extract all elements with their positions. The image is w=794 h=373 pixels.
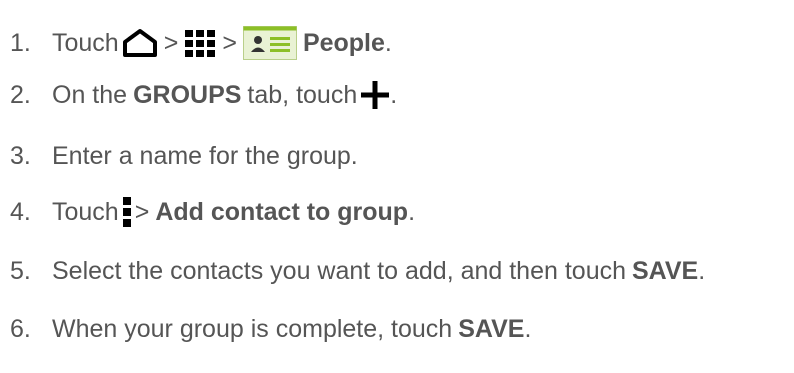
save-action: SAVE (632, 257, 699, 285)
step-number: 5 (10, 256, 52, 286)
step-end: . (390, 81, 398, 109)
step-text: Touch (52, 29, 119, 57)
app-name: People (302, 29, 385, 57)
step-number: 1 (10, 28, 52, 58)
step-end: . (384, 29, 392, 57)
action-name: Add contact to group (155, 198, 409, 226)
step-text: Enter a name for the group. (52, 142, 358, 170)
add-plus-icon (360, 80, 390, 110)
step-number: 2 (10, 80, 52, 110)
menu-more-icon (122, 196, 132, 228)
step-5: 5 Select the contacts you want to add, a… (10, 256, 705, 286)
step-6: 6 When your group is complete, touch SAV… (10, 314, 531, 344)
separator-arrow: > (222, 29, 237, 57)
step-end: . (698, 257, 706, 285)
tab-name: GROUPS (133, 81, 242, 109)
separator-arrow: > (163, 29, 179, 57)
step-end: . (524, 315, 532, 343)
step-1: 1 Touch > > (10, 26, 392, 60)
step-text: Touch (52, 198, 119, 226)
people-app-icon (242, 26, 297, 60)
step-text: tab, touch (247, 81, 358, 109)
step-2: 2 On the GROUPS tab, touch . (10, 80, 397, 110)
step-number: 4 (10, 197, 52, 227)
step-number: 3 (10, 141, 52, 171)
step-text: On the (52, 81, 128, 109)
step-3: 3 Enter a name for the group. (10, 141, 358, 171)
step-end: . (408, 198, 416, 226)
separator-arrow: > (134, 198, 150, 226)
home-icon (122, 28, 158, 58)
step-text: When your group is complete, touch (52, 315, 453, 343)
step-4: 4 Touch > Add contact to group . (10, 196, 415, 228)
apps-grid-icon (184, 29, 216, 57)
step-number: 6 (10, 314, 52, 344)
step-text: Select the contacts you want to add, and… (52, 257, 626, 285)
save-action: SAVE (458, 315, 525, 343)
